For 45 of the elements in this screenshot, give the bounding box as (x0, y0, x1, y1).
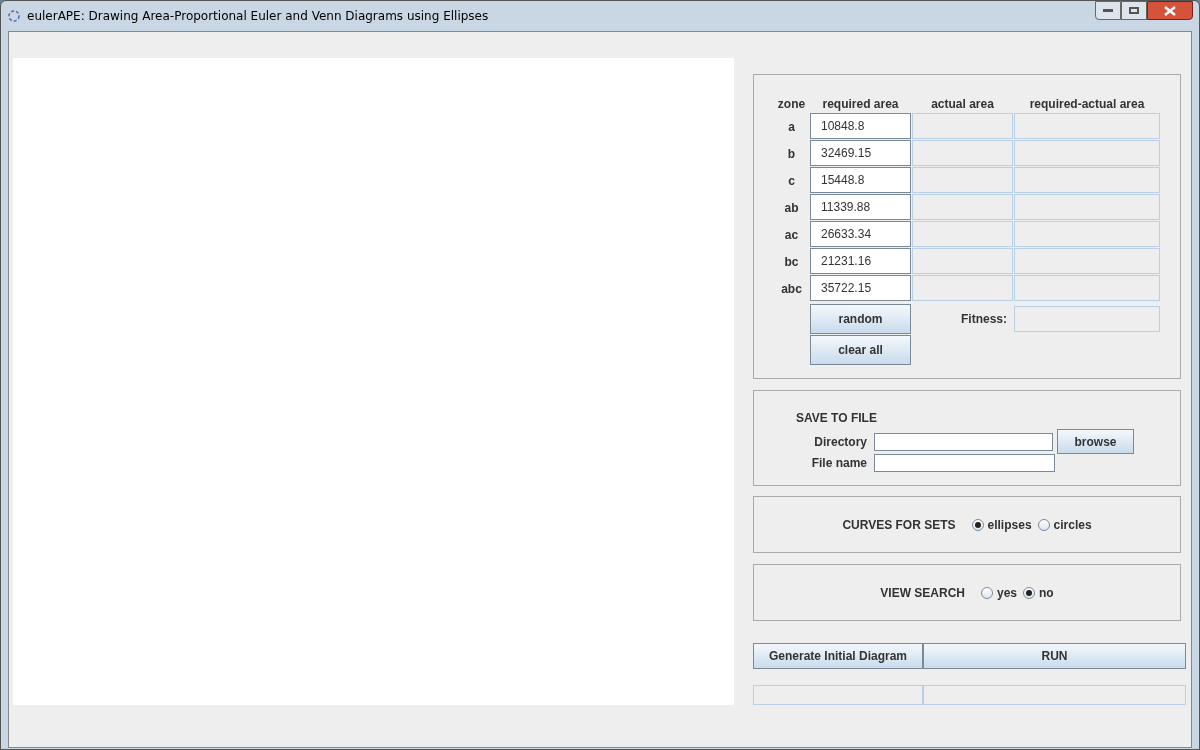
close-icon (1164, 5, 1176, 16)
fitness-label: Fitness: (960, 311, 1008, 328)
column-header: required-actual area (1028, 96, 1146, 113)
zone-label: ac (783, 226, 800, 244)
zone-label: b (786, 145, 797, 163)
minimize-button[interactable] (1095, 1, 1121, 20)
field-label: Directory (813, 433, 868, 451)
required-area-field[interactable]: 21231.16 (810, 248, 911, 274)
required-area-field[interactable]: 10848.8 (810, 113, 911, 139)
close-button[interactable] (1147, 1, 1193, 20)
generate-button[interactable]: Generate Initial Diagram (753, 643, 923, 669)
window-title: eulerAPE: Drawing Area-Proportional Euler and Venn Diagrams using Ellipses (27, 8, 489, 25)
file-name-field[interactable] (874, 454, 1055, 472)
field-label: File name (810, 455, 868, 472)
radio-label: no (1039, 584, 1054, 602)
required-area-field[interactable]: 15448.8 (810, 167, 911, 193)
browse-button[interactable]: browse (1057, 429, 1134, 454)
required-area-field[interactable]: 32469.15 (810, 140, 911, 166)
radio-button[interactable] (971, 518, 984, 531)
clear-all-button[interactable]: clear all (810, 335, 911, 365)
column-header: zone (776, 96, 807, 113)
radio-button[interactable] (981, 586, 993, 599)
radio-label: circles (1053, 516, 1092, 534)
zone-label: bc (783, 253, 800, 271)
group-label: VIEW SEARCH (880, 584, 965, 602)
maximize-button[interactable] (1121, 1, 1147, 20)
required-area-field[interactable]: 26633.34 (810, 221, 911, 247)
radio-button[interactable] (1037, 518, 1050, 531)
zone-label: a (787, 118, 796, 136)
random-button[interactable]: random (810, 304, 911, 334)
group-label: CURVES FOR SETS (842, 516, 956, 534)
zone-label: ab (783, 199, 800, 217)
radio-button[interactable] (1023, 586, 1035, 599)
zone-label: c (787, 172, 796, 190)
column-header: required area (821, 96, 900, 113)
required-area-field[interactable]: 35722.15 (810, 275, 911, 301)
run-button[interactable]: RUN (923, 643, 1186, 669)
zone-label: abc (780, 280, 803, 298)
loading-ring-icon (7, 9, 21, 23)
directory-field[interactable] (874, 432, 1053, 451)
column-header: actual area (930, 96, 995, 113)
required-area-field[interactable]: 11339.88 (810, 194, 911, 220)
radio-label: yes (997, 584, 1017, 602)
section-title: SAVE TO FILE (796, 410, 878, 427)
radio-label: ellipses (987, 516, 1032, 534)
